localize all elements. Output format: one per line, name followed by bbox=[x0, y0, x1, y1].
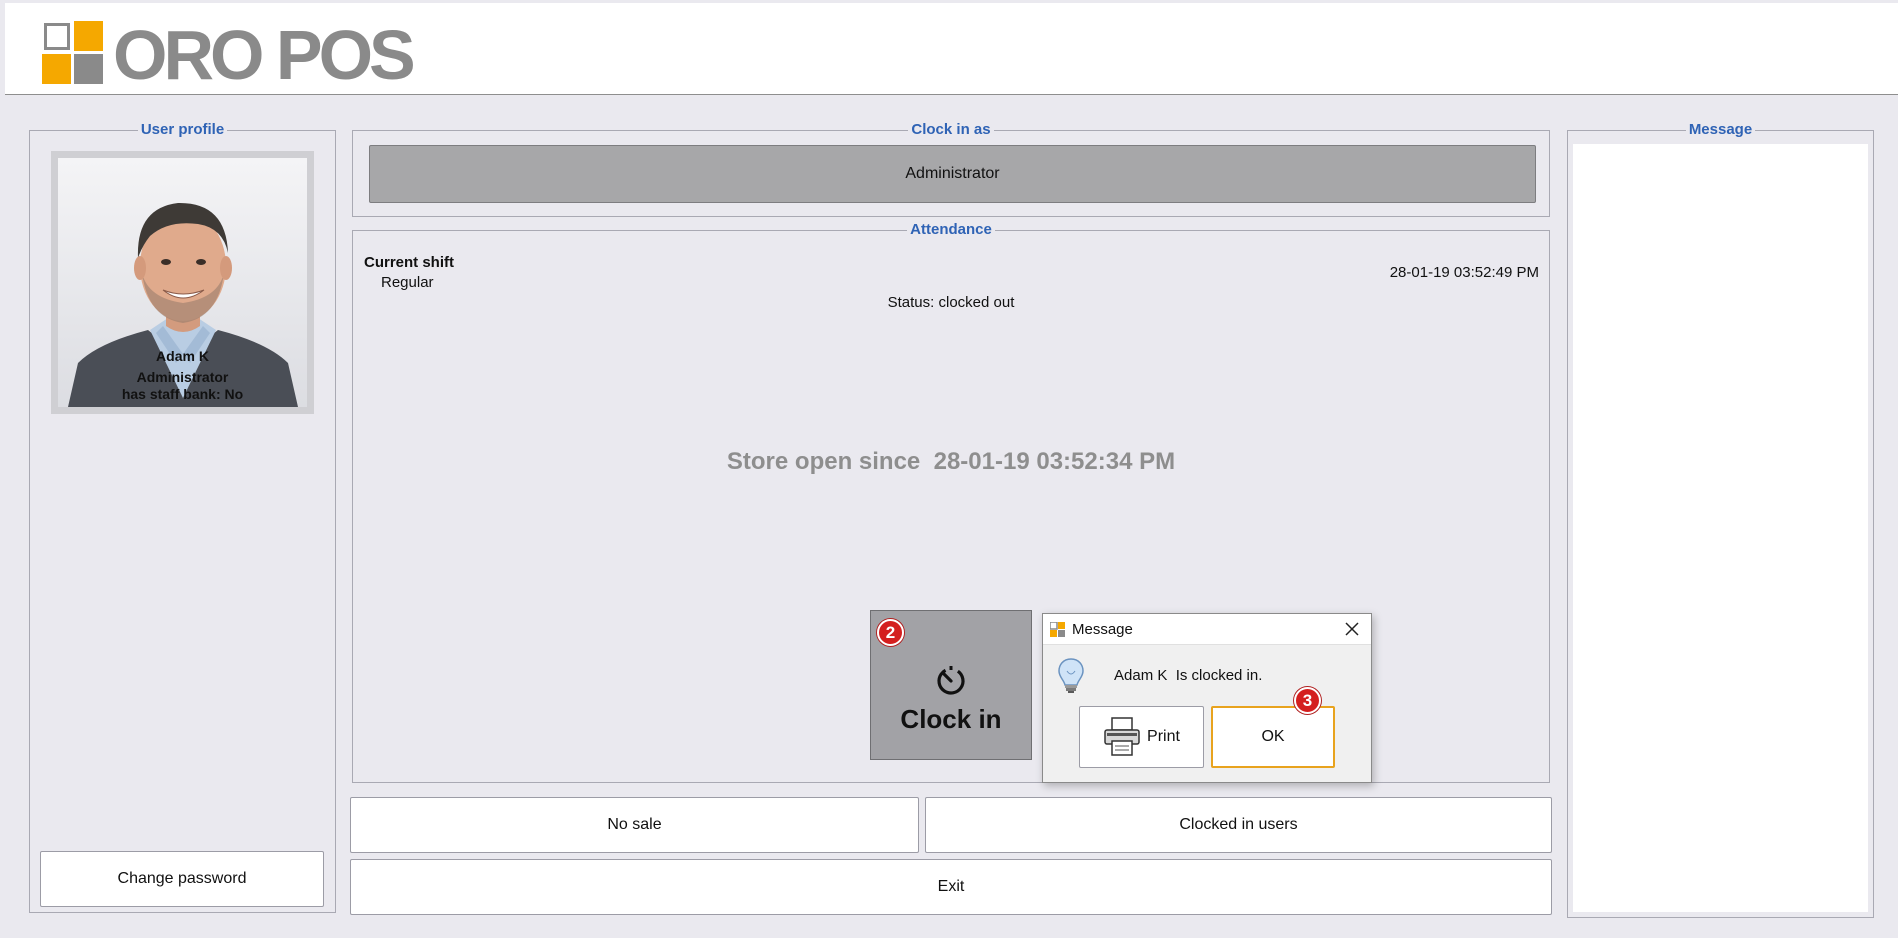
step-badge-3: 3 bbox=[1294, 687, 1321, 714]
app-icon bbox=[1049, 621, 1065, 637]
ok-button[interactable]: OK bbox=[1211, 706, 1335, 768]
dialog-titlebar[interactable]: Message bbox=[1043, 614, 1371, 645]
user-name: Adam K bbox=[156, 348, 209, 364]
current-shift-label: Current shift bbox=[364, 254, 454, 271]
app-header: ORO POS bbox=[5, 3, 1898, 95]
clock-in-label: Clock in bbox=[900, 704, 1002, 734]
no-sale-button[interactable]: No sale bbox=[350, 797, 919, 853]
message-list[interactable] bbox=[1573, 144, 1868, 912]
attendance-timestamp: 28-01-19 03:52:49 PM bbox=[1389, 264, 1539, 281]
message-panel-title: Message bbox=[1685, 121, 1756, 138]
clock-in-as-title: Clock in as bbox=[908, 121, 994, 138]
user-profile-panel: User profile Adam K Administrator has st… bbox=[29, 121, 336, 913]
attendance-title: Attendance bbox=[907, 221, 995, 238]
dialog-title: Message bbox=[1072, 621, 1133, 638]
staff-bank-status: has staff bank: No bbox=[121, 386, 244, 402]
user-role: Administrator bbox=[136, 369, 229, 385]
change-password-button[interactable]: Change password bbox=[40, 851, 324, 907]
print-label: Print bbox=[1147, 728, 1180, 745]
clock-status: Status: clocked out bbox=[887, 294, 1015, 311]
app-logo-text: ORO POS bbox=[113, 16, 416, 94]
store-open-text: Store open since 28-01-19 03:52:34 PM bbox=[726, 448, 1176, 475]
message-panel: Message bbox=[1567, 121, 1874, 918]
print-button[interactable]: Print bbox=[1079, 706, 1204, 768]
lightbulb-icon bbox=[1058, 657, 1084, 700]
clock-in-button[interactable]: 2 Clock in bbox=[870, 610, 1032, 760]
step-badge-2: 2 bbox=[877, 619, 904, 646]
printer-icon bbox=[1103, 717, 1141, 757]
clock-in-as-panel: Clock in as Administrator bbox=[352, 121, 1550, 217]
user-profile-title: User profile bbox=[137, 121, 228, 138]
logo-mark-icon bbox=[42, 21, 103, 84]
exit-button[interactable]: Exit bbox=[350, 859, 1552, 915]
clock-in-as-user-button[interactable]: Administrator bbox=[369, 145, 1536, 203]
message-dialog: Message Adam K Is clocked in. Print OK 3 bbox=[1042, 613, 1372, 783]
clocked-in-users-button[interactable]: Clocked in users bbox=[925, 797, 1552, 853]
ok-label: OK bbox=[1261, 728, 1285, 745]
timer-icon bbox=[934, 663, 968, 702]
shift-name: Regular bbox=[381, 274, 434, 291]
dialog-message: Adam K Is clocked in. bbox=[1114, 667, 1263, 684]
close-icon[interactable] bbox=[1343, 620, 1361, 638]
